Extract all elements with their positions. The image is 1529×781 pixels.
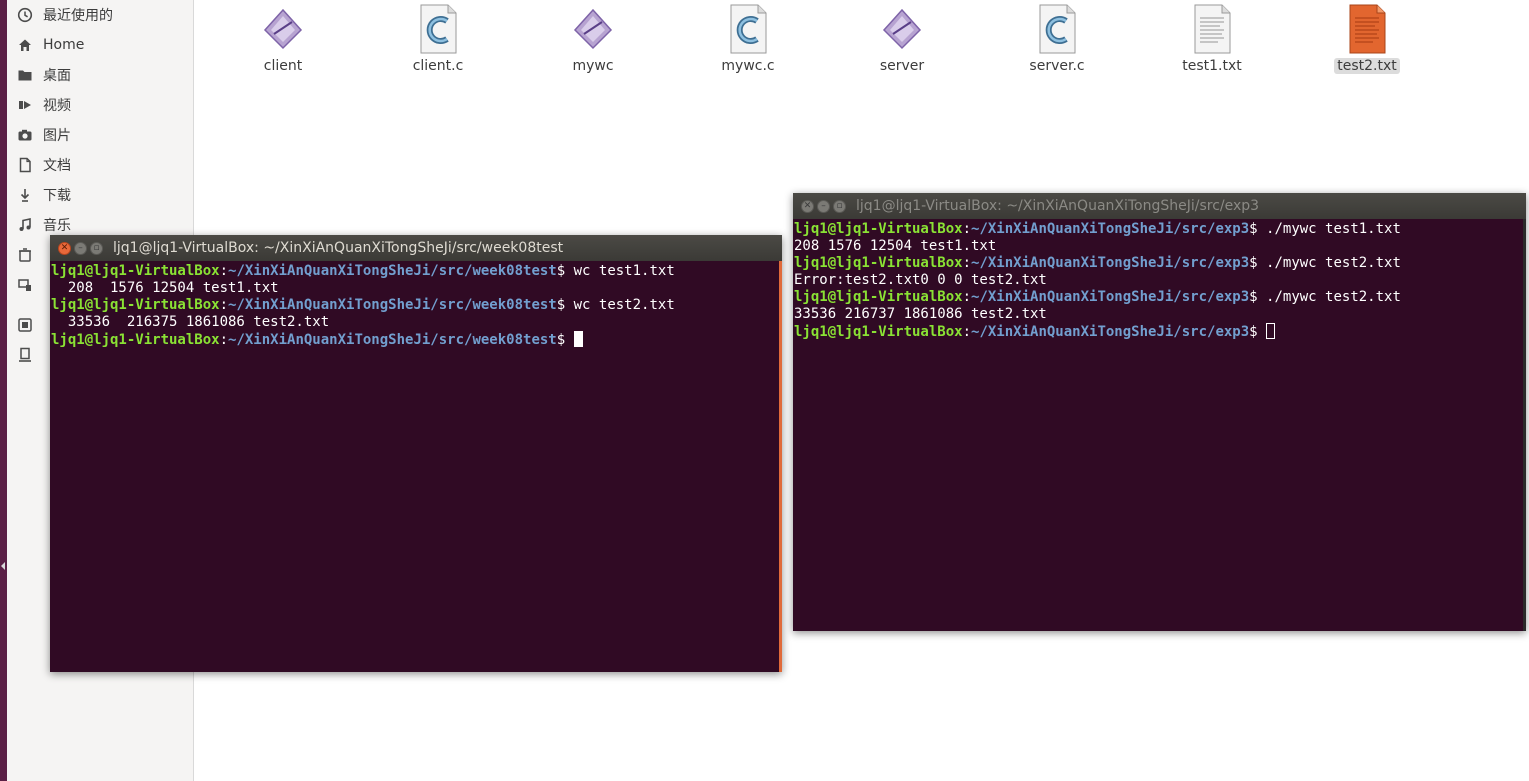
file-name: test1.txt (1182, 58, 1242, 74)
file-item[interactable]: mywc (533, 0, 653, 74)
terminal-line: ljq1@ljq1-VirtualBox:~/XinXiAnQuanXiTong… (51, 263, 675, 279)
sidebar-item-videos[interactable]: 视频 (7, 90, 193, 120)
file-item-selected[interactable]: test2.txt (1307, 0, 1427, 74)
sidebar-item-label: Home (43, 37, 85, 53)
file-name: mywc (572, 58, 614, 74)
minimize-icon: – (78, 242, 83, 253)
sidebar-item-label: 音乐 (43, 218, 71, 234)
clock-icon (17, 7, 33, 23)
music-icon (17, 217, 33, 233)
camera-icon (17, 127, 33, 143)
minimize-button[interactable]: – (74, 241, 87, 255)
maximize-button[interactable]: ▫ (833, 199, 846, 213)
file-item[interactable]: client.c (378, 0, 498, 74)
terminal-line: ljq1@ljq1-VirtualBox:~/XinXiAnQuanXiTong… (794, 255, 1401, 271)
c-source-icon (726, 4, 770, 54)
close-button[interactable]: ✕ (58, 241, 71, 255)
close-icon: ✕ (60, 242, 69, 253)
network-icon (17, 277, 33, 293)
sidebar-item-recent[interactable]: 最近使用的 (7, 0, 193, 30)
launcher-arrow-icon (1, 562, 5, 570)
file-name: client.c (412, 58, 464, 74)
close-icon: ✕ (803, 200, 812, 211)
terminal-cursor (1266, 323, 1276, 339)
terminal-line: ljq1@ljq1-VirtualBox:~/XinXiAnQuanXiTong… (794, 289, 1401, 305)
maximize-button[interactable]: ▫ (90, 241, 103, 255)
file-name: test2.txt (1334, 58, 1400, 74)
sidebar-item-label: 图片 (43, 128, 71, 144)
minimize-icon: – (821, 200, 826, 211)
sidebar-item-desktop[interactable]: 桌面 (7, 60, 193, 90)
file-name: server.c (1029, 58, 1085, 74)
window-edge (779, 261, 782, 672)
download-icon (17, 187, 33, 203)
file-name: server (879, 58, 925, 74)
executable-icon (261, 4, 305, 54)
c-source-icon (1035, 4, 1079, 54)
sidebar-item-label: 桌面 (43, 68, 71, 84)
terminal-output[interactable]: ljq1@ljq1-VirtualBox:~/XinXiAnQuanXiTong… (50, 261, 782, 672)
sidebar-item-documents[interactable]: 文档 (7, 150, 193, 180)
maximize-icon: ▫ (836, 200, 843, 211)
terminal-cursor (573, 331, 583, 347)
trash-icon (17, 247, 33, 263)
terminal-window-week08test[interactable]: ✕ – ▫ ljq1@ljq1-VirtualBox: ~/XinXiAnQua… (50, 235, 782, 672)
maximize-icon: ▫ (93, 242, 100, 253)
drive-icon (17, 317, 33, 333)
document-icon (17, 157, 33, 173)
text-file-icon (1190, 4, 1234, 54)
terminal-line: 208 1576 12504 test1.txt (794, 238, 997, 254)
terminal-titlebar[interactable]: ✕ – ▫ ljq1@ljq1-VirtualBox: ~/XinXiAnQua… (50, 235, 782, 261)
sidebar-item-downloads[interactable]: 下载 (7, 180, 193, 210)
sidebar-item-label: 视频 (43, 98, 71, 114)
file-item[interactable]: mywc.c (688, 0, 808, 74)
window-edge (1523, 219, 1526, 631)
terminal-titlebar[interactable]: ✕ – ▫ ljq1@ljq1-VirtualBox: ~/XinXiAnQua… (793, 193, 1526, 219)
terminal-line: 33536 216737 1861086 test2.txt (794, 306, 1047, 322)
sidebar-item-label: 下载 (43, 188, 71, 204)
sidebar-item-home[interactable]: Home (7, 30, 193, 60)
executable-icon (880, 4, 924, 54)
file-name: client (263, 58, 303, 74)
file-item[interactable]: server.c (997, 0, 1117, 74)
executable-icon (571, 4, 615, 54)
file-item[interactable]: client (223, 0, 343, 74)
window-title: ljq1@ljq1-VirtualBox: ~/XinXiAnQuanXiTon… (113, 240, 564, 256)
c-source-icon (416, 4, 460, 54)
terminal-window-exp3[interactable]: ✕ – ▫ ljq1@ljq1-VirtualBox: ~/XinXiAnQua… (793, 193, 1526, 631)
terminal-line: 33536 216375 1861086 test2.txt (51, 314, 330, 330)
file-name: mywc.c (721, 58, 775, 74)
launcher-edge (0, 0, 7, 781)
terminal-output[interactable]: ljq1@ljq1-VirtualBox:~/XinXiAnQuanXiTong… (793, 219, 1526, 631)
computer-icon (17, 347, 33, 363)
minimize-button[interactable]: – (817, 199, 830, 213)
window-title: ljq1@ljq1-VirtualBox: ~/XinXiAnQuanXiTon… (856, 198, 1260, 214)
close-button[interactable]: ✕ (801, 199, 814, 213)
file-item[interactable]: server (842, 0, 962, 74)
terminal-prompt-line: ljq1@ljq1-VirtualBox:~/XinXiAnQuanXiTong… (794, 323, 1526, 341)
terminal-line: ljq1@ljq1-VirtualBox:~/XinXiAnQuanXiTong… (51, 297, 675, 313)
home-icon (17, 37, 33, 53)
terminal-prompt-line: ljq1@ljq1-VirtualBox:~/XinXiAnQuanXiTong… (51, 331, 782, 349)
terminal-line: 208 1576 12504 test1.txt (51, 280, 279, 296)
text-file-icon-orange (1345, 4, 1389, 54)
file-item[interactable]: test1.txt (1152, 0, 1272, 74)
terminal-line: ljq1@ljq1-VirtualBox:~/XinXiAnQuanXiTong… (794, 221, 1401, 237)
folder-icon (17, 67, 33, 83)
sidebar-item-label: 文档 (43, 158, 71, 174)
sidebar-item-label: 最近使用的 (43, 8, 113, 24)
sidebar-item-pictures[interactable]: 图片 (7, 120, 193, 150)
video-icon (17, 97, 33, 113)
terminal-line: Error:test2.txt0 0 0 test2.txt (794, 272, 1047, 288)
